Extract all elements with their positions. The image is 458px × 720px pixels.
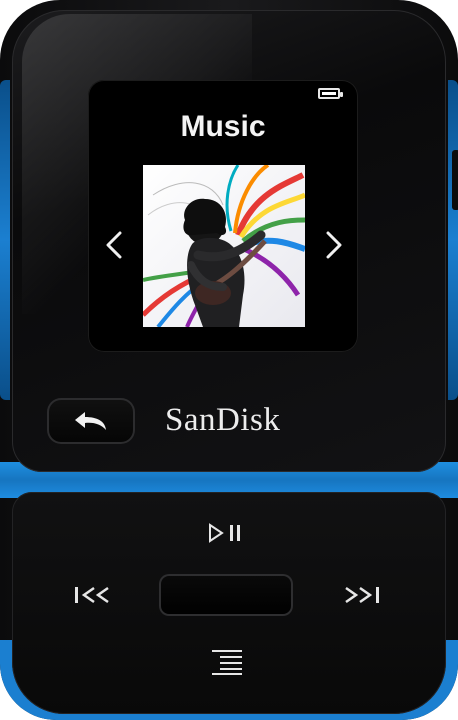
battery-fill: [322, 92, 336, 95]
back-arrow-icon: [75, 412, 106, 430]
display-screen: Music: [88, 80, 358, 352]
back-button[interactable]: [47, 398, 135, 444]
chevron-left-icon[interactable]: [104, 230, 124, 260]
blue-side-trim-right: [448, 80, 458, 400]
menu-icon[interactable]: [210, 648, 244, 676]
chevron-right-icon[interactable]: [324, 230, 344, 260]
battery-icon: [318, 88, 343, 99]
mp3-player: Music SanDisk: [0, 0, 458, 720]
album-art: [143, 165, 305, 327]
brand-logo: SanDisk: [165, 402, 281, 438]
next-track-icon[interactable]: [338, 584, 382, 606]
previous-track-icon[interactable]: [72, 584, 116, 606]
screen-title: Music: [180, 110, 266, 143]
blue-side-trim-left: [0, 80, 10, 400]
play-pause-icon[interactable]: [206, 522, 246, 544]
center-select-button[interactable]: [159, 574, 293, 616]
side-volume-button[interactable]: [452, 150, 458, 210]
